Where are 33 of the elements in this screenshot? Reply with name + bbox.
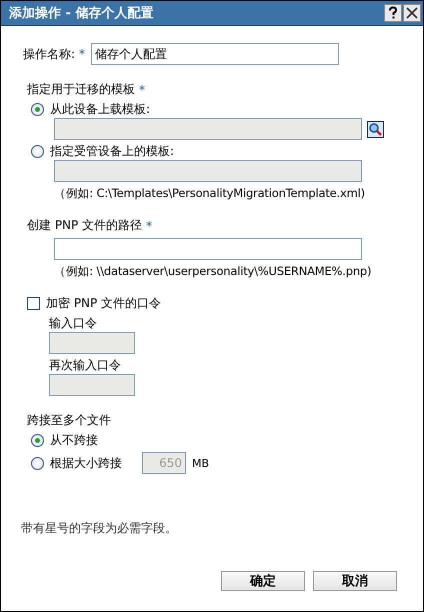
radio-button[interactable] bbox=[31, 434, 44, 447]
example-hint: （例如: \\dataserver\userpersonality\%USERNAME%.pnp) bbox=[54, 264, 372, 279]
unit-label: MB bbox=[192, 456, 210, 470]
radio-button[interactable] bbox=[31, 456, 44, 470]
radio-button[interactable] bbox=[31, 103, 44, 116]
close-icon[interactable] bbox=[403, 4, 421, 22]
radio-label: 指定受管设备上的模板: bbox=[50, 143, 174, 160]
radio-label: 从不跨接 bbox=[50, 432, 98, 449]
radio-button[interactable] bbox=[31, 145, 44, 158]
pnp-path-field[interactable] bbox=[54, 238, 362, 260]
section-heading: 跨接至多个文件 bbox=[27, 412, 111, 429]
radio-label: 从此设备上载模板: bbox=[50, 101, 150, 118]
field-label: 操作名称: bbox=[23, 46, 76, 62]
checkbox[interactable] bbox=[27, 297, 40, 310]
search-icon[interactable] bbox=[367, 120, 384, 138]
field-label: 再次输入口令 bbox=[49, 357, 122, 374]
checkbox-label: 加密 PNP 文件的口令 bbox=[46, 295, 162, 312]
section-heading: 指定用于迁移的模板 bbox=[27, 81, 135, 98]
name-field[interactable]: 储存个人配置 bbox=[91, 43, 340, 65]
required-mark: * bbox=[146, 218, 152, 232]
ok-button[interactable]: 确定 bbox=[221, 571, 305, 591]
section-heading: 创建 PNP 文件的路径 bbox=[27, 217, 142, 234]
required-mark: * bbox=[79, 47, 86, 61]
example-hint: （例如: C:\Templates\PersonalityMigrationTemplate.xml) bbox=[54, 186, 366, 201]
password-field[interactable] bbox=[49, 332, 135, 354]
field-label: 输入口令 bbox=[49, 315, 98, 332]
password-field[interactable] bbox=[49, 374, 135, 396]
radio-label: 根据大小跨接 bbox=[50, 454, 122, 472]
required-mark: * bbox=[139, 82, 145, 96]
help-icon[interactable] bbox=[384, 4, 402, 22]
window-title: 添加操作 - 储存个人配置 bbox=[9, 5, 154, 22]
cancel-button[interactable]: 取消 bbox=[313, 571, 397, 591]
required-note: 带有星号的字段为必需字段。 bbox=[21, 520, 178, 537]
